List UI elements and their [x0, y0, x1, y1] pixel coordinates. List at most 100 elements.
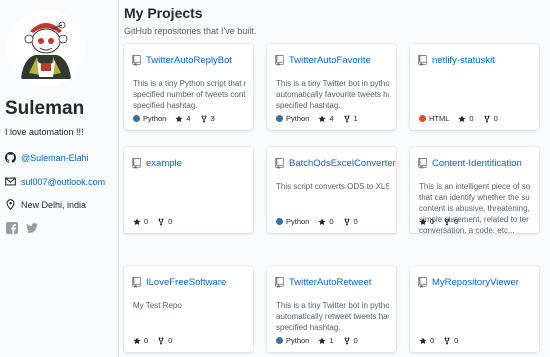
repo-stats: Python 0 0: [276, 217, 367, 226]
repo-card[interactable]: example 0 0: [124, 147, 253, 233]
star-count: 0: [133, 336, 148, 345]
repo-description-line: specified hashtag.: [276, 101, 341, 110]
star-count: 0: [419, 336, 434, 345]
star-icon: [318, 218, 326, 225]
repo-title[interactable]: BatchOdsExcelConverter: [289, 158, 396, 169]
language-color-dot: [419, 115, 426, 122]
repo-description-line: This is a tiny Python script that r: [133, 79, 246, 88]
fork-count-value: 0: [168, 217, 173, 226]
repo-icon: [275, 277, 284, 288]
fork-count-value: 0: [353, 217, 358, 226]
repo-icon: [418, 158, 427, 169]
github-link[interactable]: @Suleman-Elahi: [21, 153, 89, 163]
repo-description-line: automatically favourite tweets ha: [276, 90, 389, 99]
repo-title[interactable]: TwitterAutoFavorite: [289, 55, 371, 66]
repo-icon: [132, 277, 141, 288]
repo-language: Python: [143, 114, 167, 123]
repo-language: Python: [286, 114, 310, 123]
repo-description: This is a tiny Twitter bot in pythor auto…: [276, 78, 389, 111]
language-color-dot: [276, 218, 283, 225]
repo-card-header: MyRepositoryViewer: [418, 277, 519, 288]
repo-card[interactable]: netlify-statuskit HTML 0 0: [410, 44, 539, 130]
repo-description-line: This is a tiny Twitter bot in pythor: [276, 301, 389, 310]
star-icon: [175, 115, 183, 122]
repo-description-line: content is abusive, threatening,: [419, 204, 530, 213]
repo-title[interactable]: ILoveFreeSoftware: [146, 277, 226, 288]
repo-icon: [275, 158, 284, 169]
star-count-value: 0: [430, 217, 435, 226]
fork-count: 1: [343, 114, 358, 123]
repo-title[interactable]: MyRepositoryViewer: [432, 277, 519, 288]
page-subtitle: GitHub repositories that I've built.: [124, 26, 257, 36]
language-color-dot: [276, 337, 283, 344]
star-count-value: 0: [144, 336, 149, 345]
fork-count: 0: [483, 114, 498, 123]
repo-card[interactable]: TwitterAutoReplyBot This is a tiny Python…: [124, 44, 253, 130]
repo-description-line: This is a tiny Twitter bot in pythor: [276, 79, 389, 88]
fork-icon: [484, 115, 490, 122]
email-link[interactable]: sul007@outlook.com: [21, 177, 105, 187]
repo-icon: [132, 55, 141, 66]
repo-description: This script converts ODS to XLSX: [276, 181, 389, 192]
repo-card[interactable]: Content-Identification This is an intelli…: [410, 147, 539, 233]
facebook-icon[interactable]: [6, 222, 18, 234]
fork-icon: [444, 337, 450, 344]
repo-icon: [418, 277, 427, 288]
repo-card-header: ILoveFreeSoftware: [132, 277, 226, 288]
repo-description-line: automatically retweet tweets hav: [276, 312, 389, 321]
star-count: 4: [175, 114, 191, 123]
repo-card[interactable]: ILoveFreeSoftware My Test Repo 0 0: [124, 266, 253, 352]
repo-title[interactable]: TwitterAutoReplyBot: [146, 55, 232, 66]
star-count: 1: [318, 336, 334, 345]
star-count: 0: [419, 217, 434, 226]
location-icon: [6, 199, 15, 210]
repo-title[interactable]: Content-Identification: [432, 158, 522, 169]
twitter-icon[interactable]: [26, 222, 38, 234]
repo-stats: 00: [419, 336, 467, 345]
repo-stats: Python 4 1: [276, 114, 367, 123]
star-icon: [419, 337, 427, 344]
star-count-value: 4: [186, 114, 191, 123]
fork-count: 0: [343, 336, 358, 345]
repo-card[interactable]: BatchOdsExcelConverter This script conver…: [267, 147, 396, 233]
star-icon: [133, 337, 141, 344]
repo-description-line: My Test Repo: [133, 301, 182, 310]
repo-title[interactable]: netlify-statuskit: [432, 55, 495, 66]
star-count-value: 0: [469, 114, 474, 123]
repo-card[interactable]: MyRepositoryViewer 0 0: [410, 266, 539, 352]
github-contact[interactable]: @Suleman-Elahi: [5, 152, 89, 163]
fork-icon: [158, 218, 164, 225]
star-count-value: 1: [329, 336, 334, 345]
page-title: My Projects: [124, 5, 203, 21]
star-icon: [458, 115, 466, 122]
repo-card[interactable]: TwitterAutoFavorite This is a tiny Twitte…: [267, 44, 396, 130]
repo-description-line: specified hashtag.: [133, 101, 198, 110]
location-contact: New Delhi, india: [5, 199, 86, 210]
repo-title[interactable]: TwitterAutoRetweet: [289, 277, 371, 288]
star-count-value: 4: [329, 114, 334, 123]
repo-stats: 00: [133, 217, 181, 226]
profile-name: Suleman: [5, 98, 85, 119]
star-count-value: 0: [144, 217, 149, 226]
language-color-dot: [276, 115, 283, 122]
repo-title[interactable]: example: [146, 158, 182, 169]
fork-count-value: 0: [454, 336, 459, 345]
avatar-image: [7, 9, 85, 87]
email-contact[interactable]: sul007@outlook.com: [5, 176, 105, 187]
fork-count: 0: [157, 217, 172, 226]
repo-card-header: example: [132, 158, 182, 169]
avatar[interactable]: [7, 9, 85, 87]
repo-description: This is a tiny Twitter bot in pythor auto…: [276, 300, 389, 333]
fork-count: 0: [443, 336, 458, 345]
repo-language: Python: [286, 217, 310, 226]
star-icon: [419, 218, 427, 225]
repo-description-line: that can identify whether the su: [419, 193, 530, 202]
repo-stats: 00: [133, 336, 181, 345]
star-icon: [318, 115, 326, 122]
star-count: 0: [458, 114, 474, 123]
repo-card-header: BatchOdsExcelConverter: [275, 158, 396, 169]
repo-stats: Python 4 3: [133, 114, 224, 123]
repo-card[interactable]: TwitterAutoRetweet This is a tiny Twitter…: [267, 266, 396, 352]
language-color-dot: [133, 115, 140, 122]
fork-count: 0: [157, 336, 172, 345]
